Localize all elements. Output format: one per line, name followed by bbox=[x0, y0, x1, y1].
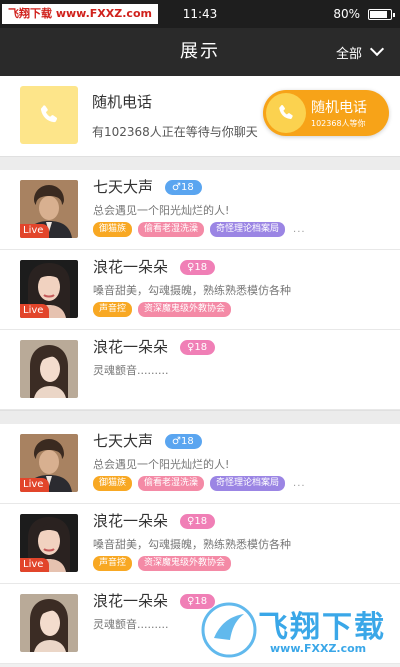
tag: 声音控 bbox=[93, 302, 133, 317]
tag: 偷看老湿洗澡 bbox=[138, 222, 205, 237]
filter-dropdown[interactable]: 全部 bbox=[335, 28, 385, 76]
phone-icon bbox=[40, 105, 58, 123]
user-bio: 嗓音甜美，勾魂摄魄，熟练熟悉模仿各种 bbox=[93, 538, 291, 551]
male-icon: ♂ bbox=[172, 436, 181, 447]
tag-list: 御猫族 偷看老湿洗澡 奇怪理论档案局 ... bbox=[93, 222, 306, 237]
tag-list: 声音控 资深魔鬼级外教协会 bbox=[93, 556, 237, 571]
user-list-section-1: Live 七天大声 ♂18 总会遇见一个阳光灿烂的人! 御猫族 偷看老湿洗澡 奇… bbox=[0, 170, 400, 410]
more-tags-indicator: ... bbox=[293, 224, 306, 235]
section-divider bbox=[0, 410, 400, 424]
watermark-url: www.FXXZ.com bbox=[270, 642, 367, 655]
tag-list: 声音控 资深魔鬼级外教协会 bbox=[93, 302, 237, 317]
tag: 御猫族 bbox=[93, 476, 133, 491]
avatar bbox=[20, 594, 78, 652]
gender-age-badge: ♂18 bbox=[165, 180, 202, 195]
male-icon: ♂ bbox=[172, 182, 181, 193]
avatar bbox=[20, 340, 78, 398]
tag: 资深魔鬼级外教协会 bbox=[138, 556, 232, 571]
watermark-title: 飞翔下载 bbox=[258, 610, 386, 645]
user-bio: 嗓音甜美，勾魂摄魄，熟练熟悉模仿各种 bbox=[93, 284, 291, 297]
user-name: 浪花一朵朵 bbox=[93, 258, 169, 276]
watermark-overlay: 飞翔下载 www.FXXZ.com bbox=[200, 596, 400, 667]
tag: 奇怪理论档案局 bbox=[210, 476, 286, 491]
gender-age-badge: ♀18 bbox=[180, 514, 216, 529]
live-badge: Live bbox=[20, 558, 50, 572]
gender-age-badge: ♀18 bbox=[180, 340, 216, 355]
call-button-count: 102368人等你 bbox=[311, 119, 366, 128]
section-divider bbox=[0, 156, 400, 170]
random-call-title: 随机电话 bbox=[92, 93, 153, 111]
user-name: 浪花一朵朵 bbox=[93, 338, 169, 356]
avatar: Live bbox=[20, 180, 78, 238]
gender-age-badge: ♂18 bbox=[165, 434, 202, 449]
avatar: Live bbox=[20, 514, 78, 572]
battery-icon bbox=[368, 9, 395, 20]
random-call-subtitle: 有102368人正在等待与你聊天 bbox=[92, 125, 258, 139]
user-bio: 总会遇见一个阳光灿烂的人! bbox=[93, 458, 230, 471]
tag: 声音控 bbox=[93, 556, 133, 571]
live-badge: Live bbox=[20, 304, 50, 318]
status-bar: 飞翔下载 www.FXXZ.com 11:43 80% bbox=[0, 0, 400, 28]
more-tags-indicator: ... bbox=[293, 478, 306, 489]
call-button-label: 随机电话 bbox=[311, 100, 367, 116]
call-button-circle bbox=[266, 93, 306, 133]
user-name: 七天大声 bbox=[93, 432, 154, 450]
chevron-down-icon bbox=[369, 41, 385, 57]
user-bio: 总会遇见一个阳光灿烂的人! bbox=[93, 204, 230, 217]
tag: 偷看老湿洗澡 bbox=[138, 476, 205, 491]
list-item[interactable]: 浪花一朵朵 ♀18 灵魂颤音......... bbox=[0, 330, 400, 410]
list-item[interactable]: Live 七天大声 ♂18 总会遇见一个阳光灿烂的人! 御猫族 偷看老湿洗澡 奇… bbox=[0, 170, 400, 250]
gender-age-badge: ♀18 bbox=[180, 260, 216, 275]
list-item[interactable]: Live 浪花一朵朵 ♀18 嗓音甜美，勾魂摄魄，熟练熟悉模仿各种 声音控 资深… bbox=[0, 504, 400, 584]
avatar: Live bbox=[20, 260, 78, 318]
watermark-logo-icon bbox=[201, 602, 257, 658]
filter-label: 全部 bbox=[335, 46, 362, 62]
user-bio: 灵魂颤音......... bbox=[93, 618, 169, 631]
random-call-button[interactable]: 随机电话 102368人等你 bbox=[263, 90, 389, 136]
nav-bar: 展示 全部 bbox=[0, 28, 400, 76]
user-name: 浪花一朵朵 bbox=[93, 592, 169, 610]
tag: 御猫族 bbox=[93, 222, 133, 237]
list-item[interactable]: Live 浪花一朵朵 ♀18 嗓音甜美，勾魂摄魄，熟练熟悉模仿各种 声音控 资深… bbox=[0, 250, 400, 330]
phone-tile bbox=[20, 86, 78, 144]
user-name: 七天大声 bbox=[93, 178, 154, 196]
tag: 奇怪理论档案局 bbox=[210, 222, 286, 237]
tag: 资深魔鬼级外教协会 bbox=[138, 302, 232, 317]
user-bio: 灵魂颤音......... bbox=[93, 364, 169, 377]
avatar: Live bbox=[20, 434, 78, 492]
user-name: 浪花一朵朵 bbox=[93, 512, 169, 530]
live-badge: Live bbox=[20, 224, 50, 238]
battery-percent: 80% bbox=[333, 7, 360, 21]
phone-icon bbox=[279, 104, 293, 119]
live-badge: Live bbox=[20, 478, 50, 492]
tag-list: 御猫族 偷看老湿洗澡 奇怪理论档案局 ... bbox=[93, 476, 306, 491]
list-item[interactable]: Live 七天大声 ♂18 总会遇见一个阳光灿烂的人! 御猫族 偷看老湿洗澡 奇… bbox=[0, 424, 400, 504]
